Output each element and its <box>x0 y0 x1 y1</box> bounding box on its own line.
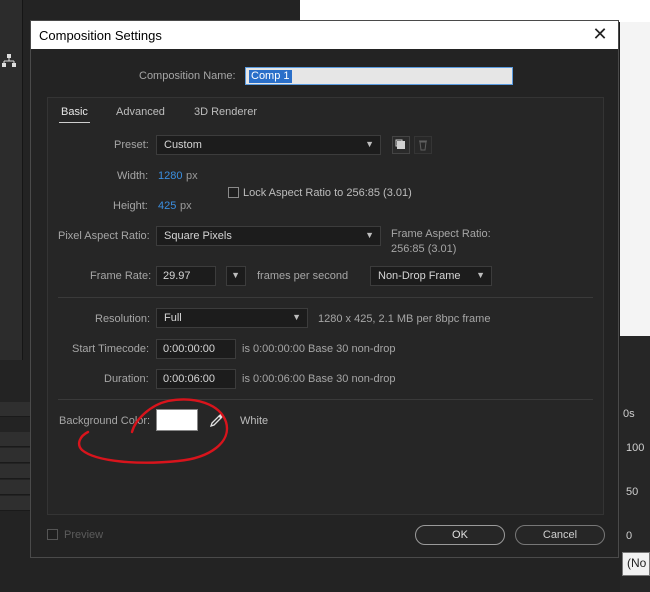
timeline-row <box>0 432 30 447</box>
timeline-row <box>0 496 30 511</box>
lock-aspect-label: Lock Aspect Ratio to 256:85 (3.01) <box>243 187 412 199</box>
resolution-dropdown[interactable]: Full ▼ <box>156 308 308 328</box>
background-color-label: Background Color: <box>59 415 151 427</box>
delete-preset-button[interactable] <box>414 136 432 154</box>
frame-rate-label: Frame Rate: <box>90 270 152 282</box>
graph-label: 0s <box>623 408 635 420</box>
duration-label: Duration: <box>104 373 149 385</box>
save-preset-icon <box>395 139 405 149</box>
divider <box>58 297 593 298</box>
preview-label: Preview <box>64 529 104 541</box>
width-value[interactable]: 1280 <box>158 170 182 182</box>
graph-label: 100 <box>626 442 645 454</box>
eyedropper-icon <box>209 413 224 428</box>
height-unit: px <box>180 200 192 212</box>
chevron-down-icon: ▼ <box>365 139 374 149</box>
height-value[interactable]: 425 <box>158 200 176 212</box>
schematic-icon <box>2 54 18 70</box>
width-label: Width: <box>117 170 149 182</box>
tab-basic[interactable]: Basic <box>59 106 90 123</box>
start-timecode-input[interactable]: 0:00:00:00 <box>156 339 236 359</box>
timeline-row <box>0 480 30 495</box>
lock-aspect-checkbox[interactable] <box>228 187 239 198</box>
timeline-row <box>0 448 30 463</box>
save-preset-button[interactable] <box>392 136 410 154</box>
height-label: Height: <box>113 200 148 212</box>
frame-rate-input[interactable]: 29.97 <box>156 266 216 286</box>
background-color-swatch[interactable] <box>156 409 198 431</box>
frame-rate-value: 29.97 <box>163 270 191 282</box>
composition-settings-dialog: Composition Settings ✕ Composition Name:… <box>30 20 619 558</box>
cancel-button[interactable]: Cancel <box>515 525 605 545</box>
chevron-down-icon: ▼ <box>292 312 301 322</box>
duration-info: is 0:00:06:00 Base 30 non-drop <box>242 373 396 385</box>
pixel-aspect-value: Square Pixels <box>164 230 232 242</box>
comp-name-value: Comp 1 <box>249 70 292 83</box>
frame-aspect-label: Frame Aspect Ratio: <box>391 228 491 240</box>
width-unit: px <box>186 170 198 182</box>
resolution-info: 1280 x 425, 2.1 MB per 8bpc frame <box>318 313 491 325</box>
duration-value: 0:00:06:00 <box>163 373 215 385</box>
chevron-down-icon: ▼ <box>231 270 240 280</box>
start-timecode-info: is 0:00:00:00 Base 30 non-drop <box>242 343 396 355</box>
start-timecode-label: Start Timecode: <box>72 343 150 355</box>
timeline-row <box>0 464 30 479</box>
background-window-edge <box>300 0 650 22</box>
duration-input[interactable]: 0:00:06:00 <box>156 369 236 389</box>
tab-advanced[interactable]: Advanced <box>116 106 165 118</box>
resolution-value: Full <box>164 312 182 324</box>
pixel-aspect-dropdown[interactable]: Square Pixels ▼ <box>156 226 381 246</box>
preset-value: Custom <box>164 139 202 151</box>
start-timecode-value: 0:00:00:00 <box>163 343 215 355</box>
comp-name-input[interactable]: Comp 1 <box>245 67 513 85</box>
preset-dropdown[interactable]: Custom ▼ <box>156 135 381 155</box>
background-tooltip: (No <box>622 552 650 576</box>
chevron-down-icon: ▼ <box>365 230 374 240</box>
preset-label: Preset: <box>114 139 149 151</box>
dialog-titlebar: Composition Settings ✕ <box>31 21 618 49</box>
timeline-row <box>0 402 30 417</box>
settings-panel: Basic Advanced 3D Renderer Preset: Custo… <box>47 97 604 515</box>
graph-label: 0 <box>626 530 633 542</box>
preview-checkbox[interactable] <box>47 529 58 540</box>
divider <box>58 399 593 400</box>
frame-aspect-value: 256:85 (3.01) <box>391 243 457 255</box>
ok-button[interactable]: OK <box>415 525 505 545</box>
frame-rate-unit: frames per second <box>257 270 349 282</box>
pixel-aspect-label: Pixel Aspect Ratio: <box>58 230 150 242</box>
resolution-label: Resolution: <box>95 313 151 325</box>
close-button[interactable]: ✕ <box>590 24 610 44</box>
graph-label: 50 <box>626 486 639 498</box>
comp-name-label: Composition Name: <box>139 70 236 82</box>
chevron-down-icon: ▼ <box>476 270 485 280</box>
trash-icon <box>419 140 427 151</box>
eyedropper-button[interactable] <box>208 411 226 429</box>
drop-frame-dropdown[interactable]: Non-Drop Frame ▼ <box>370 266 492 286</box>
frame-rate-dropdown[interactable]: ▼ <box>226 266 246 286</box>
background-window-edge-right <box>620 22 650 340</box>
background-color-name: White <box>240 415 269 427</box>
tab-3d-renderer[interactable]: 3D Renderer <box>194 106 257 118</box>
dialog-title: Composition Settings <box>39 28 162 43</box>
drop-frame-value: Non-Drop Frame <box>378 270 461 282</box>
